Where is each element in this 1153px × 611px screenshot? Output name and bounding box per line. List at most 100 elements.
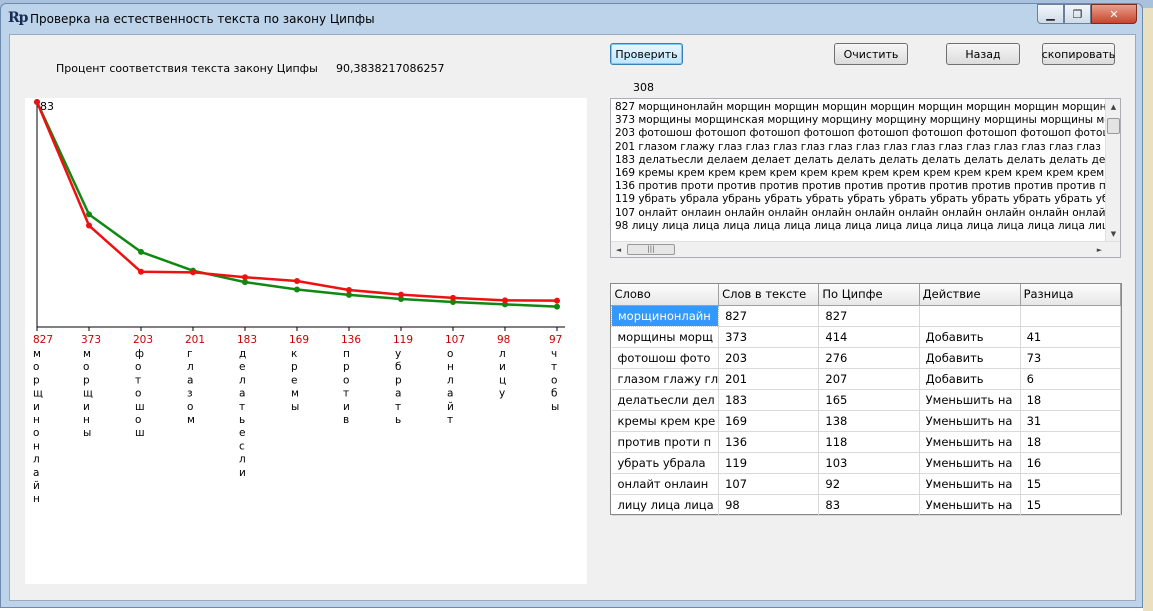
table-cell[interactable]: 83 [818, 494, 920, 516]
table-cell[interactable]: 827 [718, 305, 820, 327]
table-cell[interactable]: 98 [718, 494, 820, 516]
series-1-point [138, 248, 144, 255]
table-cell[interactable]: 373 [718, 326, 820, 348]
copy-button[interactable]: скопировать [1042, 43, 1115, 65]
table-cell[interactable]: 92 [818, 473, 920, 495]
table-cell[interactable]: 169 [718, 410, 820, 432]
table-cell[interactable]: 16 [1020, 452, 1122, 474]
table-cell[interactable] [1020, 305, 1122, 327]
table-row[interactable]: онлайт онлаин 107 92 Уменьшить на 15 [611, 473, 1122, 495]
table-cell[interactable]: 103 [818, 452, 920, 474]
table-row[interactable]: лицу лица лица 98 83 Уменьшить на 15 [611, 494, 1122, 516]
scroll-down-icon[interactable]: ▼ [1106, 226, 1120, 241]
table-cell[interactable]: 6 [1020, 368, 1122, 390]
table-row[interactable]: глазом глажу гл 201 207 Добавить 6 [611, 368, 1122, 390]
table-row[interactable]: делатьесли дел 183 165 Уменьшить на 18 [611, 389, 1122, 411]
tick-label-letter: е [239, 361, 245, 373]
scroll-up-icon[interactable]: ▲ [1106, 99, 1120, 114]
table-cell[interactable]: делатьесли дел [611, 389, 720, 411]
table-cell[interactable]: 15 [1020, 473, 1122, 495]
table-cell[interactable]: глазом глажу гл [611, 368, 720, 390]
horizontal-scroll-thumb[interactable]: ||| [627, 244, 675, 255]
table-cell[interactable]: 276 [818, 347, 920, 369]
scroll-right-icon[interactable]: ► [1092, 242, 1107, 257]
tick-label-letter: з [187, 388, 193, 400]
close-button[interactable]: ✕ [1091, 4, 1137, 24]
tick-label-word: убрать [395, 348, 402, 426]
table-cell[interactable] [919, 305, 1021, 327]
table-cell[interactable]: Добавить [919, 368, 1021, 390]
table-row[interactable]: фотошош фото 203 276 Добавить 73 [611, 347, 1122, 369]
table-cell[interactable]: лицу лица лица [611, 494, 720, 516]
text-output-box[interactable]: 827 морщинонлайн морщин морщин морщин мо… [610, 98, 1121, 258]
tick-label-letter: к [291, 348, 297, 360]
maximize-button[interactable]: ❐ [1064, 4, 1091, 24]
table-cell[interactable]: 18 [1020, 431, 1122, 453]
vertical-scroll-thumb[interactable] [1107, 118, 1120, 134]
tick-label-letter: г [187, 348, 193, 360]
column-header[interactable]: Действие [919, 284, 1021, 306]
column-header[interactable]: Слово [611, 284, 720, 306]
tick-label-count: 201 [185, 334, 205, 346]
table-cell[interactable]: Уменьшить на [919, 494, 1021, 516]
table-cell[interactable]: 138 [818, 410, 920, 432]
zipf-chart: 83 827 м о р щ и н о н л а й н 373 м о р щ и н ы 203 ф о т о ш о ш 201… [25, 98, 587, 584]
table-row[interactable]: кремы крем кре 169 138 Уменьшить на 31 [611, 410, 1122, 432]
minimize-button[interactable]: ▁ [1037, 4, 1064, 24]
table-cell[interactable]: Уменьшить на [919, 431, 1021, 453]
tick-label-word: онлайт [447, 348, 454, 426]
tick-label-word: кремы [291, 348, 299, 413]
table-cell[interactable]: морщины морщ [611, 326, 720, 348]
table-cell[interactable]: 41 [1020, 326, 1122, 348]
word-count: 308 [633, 81, 654, 94]
tick-label-word: делатьесли [239, 348, 246, 479]
tick-label-letter: р [395, 374, 402, 386]
scroll-left-icon[interactable]: ◄ [611, 242, 626, 257]
table-cell[interactable]: 827 [818, 305, 920, 327]
table-cell[interactable]: кремы крем кре [611, 410, 720, 432]
table-cell[interactable]: 414 [818, 326, 920, 348]
vertical-scrollbar[interactable]: ▲ ▼ [1105, 99, 1120, 241]
table-cell[interactable]: 183 [718, 389, 820, 411]
horizontal-scrollbar[interactable]: ◄ ||| ► [611, 241, 1120, 257]
table-cell[interactable]: 15 [1020, 494, 1122, 516]
table-cell[interactable]: 107 [718, 473, 820, 495]
table-cell[interactable]: морщинонлайн [610, 304, 720, 327]
tick-label-letter: л [447, 374, 454, 386]
table-cell[interactable]: 31 [1020, 410, 1122, 432]
table-cell[interactable]: против проти п [611, 431, 720, 453]
table-row[interactable]: морщинонлайн 827 827 [610, 304, 1122, 327]
table-cell[interactable]: 201 [718, 368, 820, 390]
series-0-point [242, 274, 248, 281]
table-cell[interactable]: 203 [718, 347, 820, 369]
table-cell[interactable]: Добавить [919, 347, 1021, 369]
tick-label-letter: ь [395, 414, 401, 426]
back-button[interactable]: Назад [946, 43, 1020, 65]
title-bar[interactable]: Rp Проверка на естественность текста по … [1, 4, 1142, 32]
table-cell[interactable]: убрать убрала [611, 452, 720, 474]
table-row[interactable]: морщины морщ 373 414 Добавить 41 [611, 326, 1122, 348]
column-header[interactable]: Разница [1020, 284, 1122, 306]
table-cell[interactable]: Уменьшить на [919, 389, 1021, 411]
table-cell[interactable]: 118 [818, 431, 920, 453]
table-cell[interactable]: Уменьшить на [919, 410, 1021, 432]
table-cell[interactable]: Уменьшить на [919, 473, 1021, 495]
table-cell[interactable]: 207 [818, 368, 920, 390]
table-cell[interactable]: 136 [718, 431, 820, 453]
table-cell[interactable]: 18 [1020, 389, 1122, 411]
table-cell[interactable]: Уменьшить на [919, 452, 1021, 474]
table-cell[interactable]: 165 [818, 389, 920, 411]
table-row[interactable]: против проти п 136 118 Уменьшить на 18 [611, 431, 1122, 453]
column-header[interactable]: Слов в тексте [718, 284, 820, 306]
check-button[interactable]: Проверить [610, 43, 683, 65]
minimize-icon: ▁ [1046, 7, 1055, 21]
table-cell[interactable]: 73 [1020, 347, 1122, 369]
table-cell[interactable]: онлайт онлаин [611, 473, 720, 495]
series-0-point [86, 222, 92, 229]
table-row[interactable]: убрать убрала 119 103 Уменьшить на 16 [611, 452, 1122, 474]
column-header[interactable]: По Ципфе [818, 284, 920, 306]
table-cell[interactable]: фотошош фото [611, 347, 720, 369]
table-cell[interactable]: 119 [718, 452, 820, 474]
clear-button[interactable]: Очистить [834, 43, 908, 65]
table-cell[interactable]: Добавить [919, 326, 1021, 348]
